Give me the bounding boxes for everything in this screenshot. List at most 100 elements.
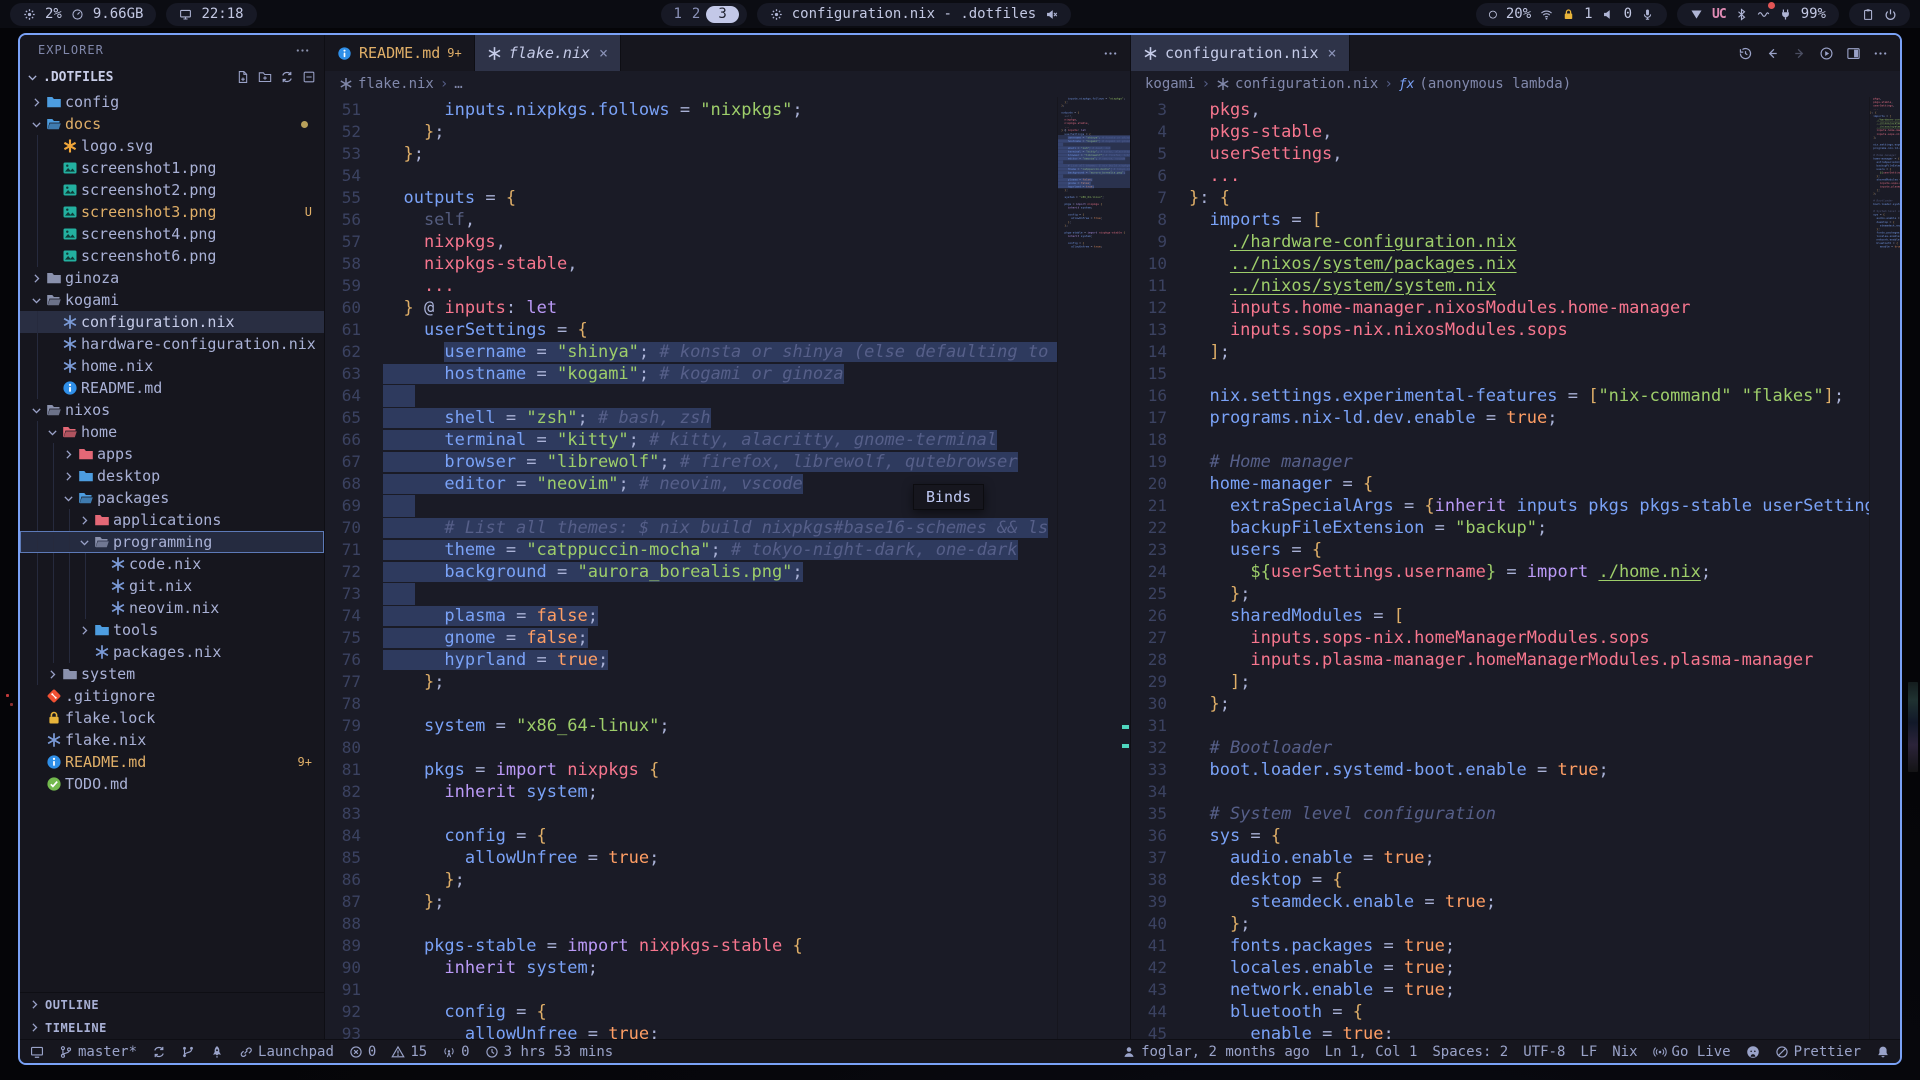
tree-item-TODO.md[interactable]: TODO.md <box>20 773 324 795</box>
status-errors[interactable]: 0 <box>349 1044 376 1060</box>
tree-item-flake.lock[interactable]: flake.lock <box>20 707 324 729</box>
status-indentation[interactable]: Spaces: 2 <box>1432 1044 1508 1060</box>
tree-item-kogami[interactable]: kogami <box>20 289 324 311</box>
status-wakatime[interactable]: 3 hrs 53 mins <box>485 1044 614 1060</box>
code-line-20[interactable]: 20 home-manager = { <box>1131 473 1869 495</box>
code-editor-configuration[interactable]: 3 pkgs,4 pkgs-stable,5 userSettings,6 ..… <box>1131 97 1869 1039</box>
code-line-73[interactable]: 73 <box>325 583 1057 605</box>
code-line-58[interactable]: 58 nixpkgs-stable, <box>325 253 1057 275</box>
code-line-87[interactable]: 87 }; <box>325 891 1057 913</box>
breadcrumb-item[interactable]: kogami <box>1145 76 1196 92</box>
new-folder-icon[interactable] <box>258 70 272 84</box>
breadcrumb-item[interactable]: ƒx(anonymous lambda) <box>1399 76 1571 92</box>
tab-configuration.nix[interactable]: configuration.nix× <box>1131 35 1350 71</box>
code-line-60[interactable]: 60 } @ inputs: let <box>325 297 1057 319</box>
code-line-23[interactable]: 23 users = { <box>1131 539 1869 561</box>
code-line-84[interactable]: 84 config = { <box>325 825 1057 847</box>
status-gitlens-rocket[interactable] <box>210 1045 224 1059</box>
code-line-51[interactable]: 51 inputs.nixpkgs.follows = "nixpkgs"; <box>325 99 1057 121</box>
tree-item-.gitignore[interactable]: .gitignore <box>20 685 324 707</box>
tree-item-ginoza[interactable]: ginoza <box>20 267 324 289</box>
code-line-27[interactable]: 27 inputs.sops-nix.homeManagerModules.so… <box>1131 627 1869 649</box>
code-line-24[interactable]: 24 ${userSettings.username} = import ./h… <box>1131 561 1869 583</box>
code-line-34[interactable]: 34 <box>1131 781 1869 803</box>
code-line-63[interactable]: 63 hostname = "kogami"; # kogami or gino… <box>325 363 1057 385</box>
code-line-5[interactable]: 5 userSettings, <box>1131 143 1869 165</box>
status-source-control-graph[interactable] <box>181 1045 195 1059</box>
status-git-blame[interactable]: foglar, 2 months ago <box>1122 1044 1310 1060</box>
code-line-88[interactable]: 88 <box>325 913 1057 935</box>
code-line-18[interactable]: 18 <box>1131 429 1869 451</box>
status-git-branch[interactable]: master* <box>59 1044 137 1060</box>
code-line-16[interactable]: 16 nix.settings.experimental-features = … <box>1131 385 1869 407</box>
new-file-icon[interactable] <box>236 70 250 84</box>
tab-flake.nix[interactable]: flake.nix× <box>475 35 621 71</box>
code-line-83[interactable]: 83 <box>325 803 1057 825</box>
code-line-31[interactable]: 31 <box>1131 715 1869 737</box>
minimap[interactable]: inputs.nixpkgs.follows = "nixpkgs"; }; }… <box>1057 97 1130 1039</box>
status-language-mode[interactable]: Nix <box>1612 1044 1637 1060</box>
code-line-29[interactable]: 29 ]; <box>1131 671 1869 693</box>
tree-item-home[interactable]: home <box>20 421 324 443</box>
tree-item-code.nix[interactable]: code.nix <box>20 553 324 575</box>
code-line-25[interactable]: 25 }; <box>1131 583 1869 605</box>
code-line-38[interactable]: 38 desktop = { <box>1131 869 1869 891</box>
clock-pill[interactable]: 22:18 <box>166 3 256 26</box>
code-line-59[interactable]: 59 ... <box>325 275 1057 297</box>
tree-item-git.nix[interactable]: git.nix <box>20 575 324 597</box>
status-prettier[interactable]: Prettier <box>1775 1044 1861 1060</box>
tree-item-home.nix[interactable]: home.nix <box>20 355 324 377</box>
code-line-62[interactable]: 62 username = "shinya"; # konsta or shin… <box>325 341 1057 363</box>
tree-item-apps[interactable]: apps <box>20 443 324 465</box>
status-ports[interactable]: 0 <box>442 1044 469 1060</box>
code-line-71[interactable]: 71 theme = "catppuccin-mocha"; # tokyo-n… <box>325 539 1057 561</box>
tree-item-tools[interactable]: tools <box>20 619 324 641</box>
status-launchpad[interactable]: Launchpad <box>239 1044 334 1060</box>
status-remote-window[interactable] <box>30 1045 44 1059</box>
tree-item-screenshot1.png[interactable]: screenshot1.png <box>20 157 324 179</box>
code-line-43[interactable]: 43 network.enable = true; <box>1131 979 1869 1001</box>
tree-item-packages[interactable]: packages <box>20 487 324 509</box>
workspace-1[interactable]: 1 <box>669 6 685 22</box>
more-actions-icon[interactable] <box>1103 46 1118 61</box>
code-line-14[interactable]: 14 ]; <box>1131 341 1869 363</box>
hardware-pill[interactable]: ○ 20% 1 0 <box>1476 3 1667 26</box>
code-line-56[interactable]: 56 self, <box>325 209 1057 231</box>
code-line-45[interactable]: 45 enable = true; <box>1131 1023 1869 1039</box>
code-line-86[interactable]: 86 }; <box>325 869 1057 891</box>
code-line-19[interactable]: 19 # Home manager <box>1131 451 1869 473</box>
workspace-3[interactable]: 3 <box>706 6 738 23</box>
code-line-39[interactable]: 39 steamdeck.enable = true; <box>1131 891 1869 913</box>
close-tab-icon[interactable]: × <box>1328 44 1337 62</box>
breadcrumb-item[interactable]: flake.nix <box>339 76 434 92</box>
code-line-77[interactable]: 77 }; <box>325 671 1057 693</box>
code-line-53[interactable]: 53 }; <box>325 143 1057 165</box>
timeline-section[interactable]: TIMELINE <box>20 1016 324 1039</box>
code-line-54[interactable]: 54 <box>325 165 1057 187</box>
uc-tray-icon[interactable]: UC <box>1712 7 1726 22</box>
recorder-tray-icon[interactable] <box>1757 6 1770 22</box>
code-line-61[interactable]: 61 userSettings = { <box>325 319 1057 341</box>
tree-item-screenshot2.png[interactable]: screenshot2.png <box>20 179 324 201</box>
code-line-3[interactable]: 3 pkgs, <box>1131 99 1869 121</box>
tree-item-screenshot6.png[interactable]: screenshot6.png <box>20 245 324 267</box>
refresh-icon[interactable] <box>280 70 294 84</box>
code-line-30[interactable]: 30 }; <box>1131 693 1869 715</box>
tree-item-neovim.nix[interactable]: neovim.nix <box>20 597 324 619</box>
tree-item-hardware-configuration.nix[interactable]: hardware-configuration.nix <box>20 333 324 355</box>
code-line-10[interactable]: 10 ../nixos/system/packages.nix <box>1131 253 1869 275</box>
tree-item-config[interactable]: config <box>20 91 324 113</box>
code-line-44[interactable]: 44 bluetooth = { <box>1131 1001 1869 1023</box>
breadcrumb[interactable]: kogami›configuration.nix›ƒx(anonymous la… <box>1131 71 1900 97</box>
code-line-37[interactable]: 37 audio.enable = true; <box>1131 847 1869 869</box>
status-github[interactable] <box>1746 1045 1760 1059</box>
code-line-70[interactable]: 70 # List all themes: $ nix build nixpkg… <box>325 517 1057 539</box>
code-line-81[interactable]: 81 pkgs = import nixpkgs { <box>325 759 1057 781</box>
breadcrumb[interactable]: flake.nix›… <box>325 71 1130 97</box>
status-eol[interactable]: LF <box>1580 1044 1597 1060</box>
status-warnings[interactable]: 15 <box>391 1044 427 1060</box>
status-sync-changes[interactable] <box>152 1045 166 1059</box>
tree-item-applications[interactable]: applications <box>20 509 324 531</box>
code-line-89[interactable]: 89 pkgs-stable = import nixpkgs-stable { <box>325 935 1057 957</box>
code-line-8[interactable]: 8 imports = [ <box>1131 209 1869 231</box>
